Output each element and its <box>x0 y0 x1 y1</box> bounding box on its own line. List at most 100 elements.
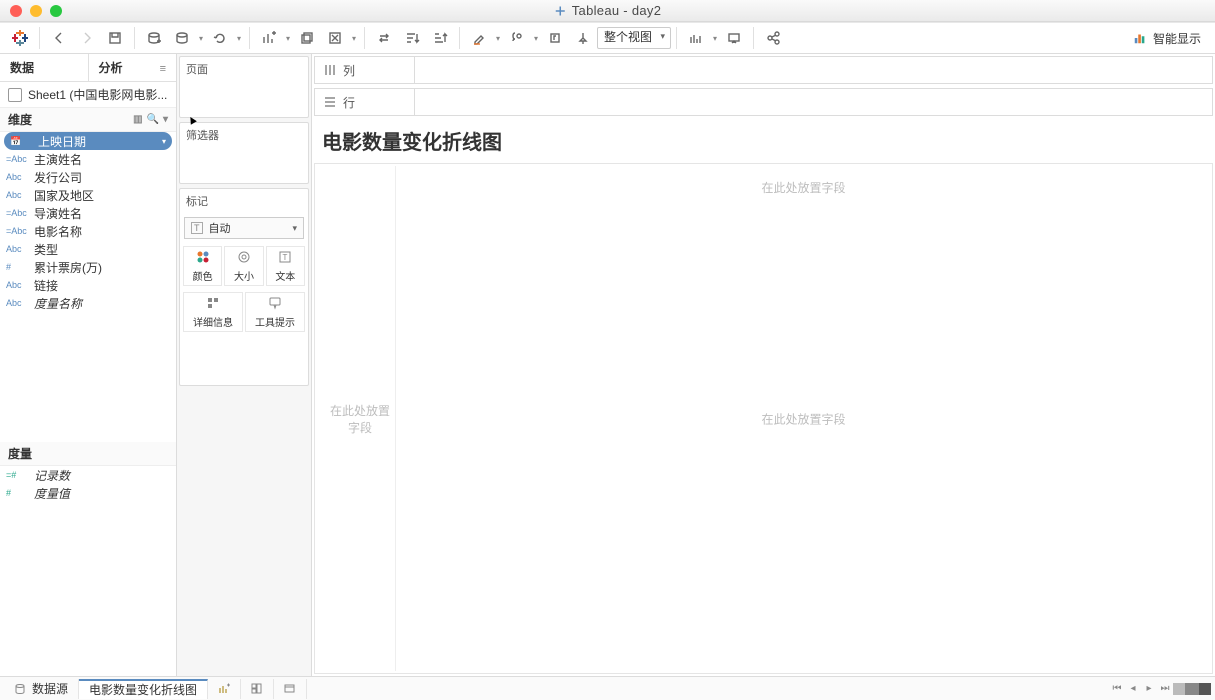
pin-button[interactable] <box>569 26 597 50</box>
viz-title[interactable]: 电影数量变化折线图 <box>312 118 1215 161</box>
tableau-logo[interactable] <box>6 26 34 50</box>
label-button[interactable] <box>541 26 569 50</box>
group-button[interactable] <box>503 26 531 50</box>
datasource-dropdown[interactable] <box>196 34 206 43</box>
search-icon[interactable]: 🔍 <box>147 114 159 125</box>
refresh-dropdown[interactable] <box>234 34 244 43</box>
new-dashboard-tab[interactable] <box>241 679 274 699</box>
mark-type-selector[interactable]: 自动 <box>184 217 304 239</box>
first-sheet-button[interactable]: ⏮ <box>1109 683 1125 694</box>
drop-hint-top: 在此处放置字段 <box>761 179 845 196</box>
save-button[interactable] <box>101 26 129 50</box>
new-story-tab[interactable] <box>274 679 307 699</box>
forward-button[interactable] <box>73 26 101 50</box>
datasource-tab-icon <box>14 683 26 695</box>
window-controls <box>10 5 62 17</box>
shelves-pane: 页面 筛选器 标记 自动 颜色 大小 T文本 详细信息 工具提示 <box>177 54 312 676</box>
duplicate-button[interactable] <box>293 26 321 50</box>
sort-asc-button[interactable] <box>398 26 426 50</box>
show-cards-dropdown[interactable] <box>710 34 720 43</box>
drop-hint-left: 在此处放置字段 <box>325 402 395 436</box>
field-director-name[interactable]: =Abc导演姓名 <box>0 204 176 222</box>
clear-dropdown[interactable] <box>349 34 359 43</box>
analytics-tab[interactable]: 分析 <box>89 54 177 81</box>
show-cards-button[interactable] <box>682 26 710 50</box>
datasource-tab[interactable]: 数据源 <box>4 679 79 699</box>
abc-icon: Abc <box>6 298 28 308</box>
dim-menu-icon[interactable]: ▾ <box>163 114 168 125</box>
new-worksheet-dropdown[interactable] <box>283 34 293 43</box>
back-button[interactable] <box>45 26 73 50</box>
chevron-down-icon[interactable]: ▾ <box>162 137 166 146</box>
new-worksheet-tab[interactable] <box>208 679 241 699</box>
sheet-tab-1[interactable]: 电影数量变化折线图 <box>79 679 208 699</box>
datasource-label: Sheet1 (中国电影网电影... <box>28 86 167 103</box>
canvas-pane: 列 行 电影数量变化折线图 在此处放置字段 在此处放置字段 在此处放置字段 <box>312 54 1215 676</box>
mark-text[interactable]: T文本 <box>266 246 305 286</box>
field-measure-values[interactable]: #度量值 <box>0 484 176 502</box>
mouse-cursor <box>188 110 198 124</box>
columns-icon <box>323 63 337 77</box>
filters-shelf[interactable]: 筛选器 <box>179 122 309 184</box>
field-genre[interactable]: Abc类型 <box>0 240 176 258</box>
columns-shelf[interactable]: 列 <box>314 56 1213 84</box>
abc-icon: =Abc <box>6 154 28 164</box>
detail-icon <box>205 295 221 311</box>
datasource-item[interactable]: Sheet1 (中国电影网电影... <box>0 82 176 108</box>
new-story-icon <box>284 683 296 695</box>
tooltip-icon <box>267 295 283 311</box>
new-worksheet-button[interactable] <box>255 26 283 50</box>
prev-sheet-button[interactable]: ◂ <box>1125 683 1141 694</box>
view-list-icon[interactable]: ▥ <box>133 114 142 125</box>
dimensions-list: 📅上映日期▾ =Abc主演姓名 Abc发行公司 Abc国家及地区 =Abc导演姓… <box>0 132 176 442</box>
mark-tooltip[interactable]: 工具提示 <box>245 292 305 332</box>
field-box-office[interactable]: #累计票房(万) <box>0 258 176 276</box>
data-pane: 数据 分析 Sheet1 (中国电影网电影... 维度 ▥🔍▾ 📅上映日期▾ =… <box>0 54 177 676</box>
new-datasource-button[interactable] <box>140 26 168 50</box>
highlight-dropdown[interactable] <box>493 34 503 43</box>
zoom-window[interactable] <box>50 5 62 17</box>
field-record-count[interactable]: =#记录数 <box>0 466 176 484</box>
highlight-button[interactable] <box>465 26 493 50</box>
tableau-logo-icon <box>11 29 29 47</box>
svg-text:T: T <box>283 253 288 262</box>
swap-button[interactable] <box>370 26 398 50</box>
field-distributor[interactable]: Abc发行公司 <box>0 168 176 186</box>
last-sheet-button[interactable]: ⏭ <box>1157 683 1173 694</box>
drop-hint-center: 在此处放置字段 <box>761 410 845 427</box>
fit-selector[interactable]: 整个视图 <box>597 27 671 49</box>
show-me-button[interactable]: 智能显示 <box>1125 26 1209 50</box>
viz-drop-area[interactable]: 在此处放置字段 在此处放置字段 在此处放置字段 <box>314 163 1213 674</box>
share-button[interactable] <box>759 26 787 50</box>
pages-shelf[interactable]: 页面 <box>179 56 309 118</box>
close-window[interactable] <box>10 5 22 17</box>
next-sheet-button[interactable]: ▸ <box>1141 683 1157 694</box>
field-movie-name[interactable]: =Abc电影名称 <box>0 222 176 240</box>
abc-icon: =Abc <box>6 208 28 218</box>
group-dropdown[interactable] <box>531 34 541 43</box>
pause-refresh-button[interactable] <box>168 26 196 50</box>
field-country[interactable]: Abc国家及地区 <box>0 186 176 204</box>
rows-shelf[interactable]: 行 <box>314 88 1213 116</box>
minimize-window[interactable] <box>30 5 42 17</box>
abc-icon: Abc <box>6 280 28 290</box>
mark-size[interactable]: 大小 <box>224 246 263 286</box>
clear-button[interactable] <box>321 26 349 50</box>
mark-detail[interactable]: 详细信息 <box>183 292 243 332</box>
mark-color[interactable]: 颜色 <box>183 246 222 286</box>
titlebar: Tableau - day2 <box>0 0 1215 22</box>
presentation-button[interactable] <box>720 26 748 50</box>
field-actor-name[interactable]: =Abc主演姓名 <box>0 150 176 168</box>
sheet-sorter[interactable] <box>1173 683 1211 695</box>
columns-label: 列 <box>315 57 415 83</box>
refresh-button[interactable] <box>206 26 234 50</box>
marks-card: 标记 自动 颜色 大小 T文本 详细信息 工具提示 <box>179 188 309 386</box>
sort-desc-button[interactable] <box>426 26 454 50</box>
dimensions-header: 维度 ▥🔍▾ <box>0 108 176 132</box>
measures-list: =#记录数 #度量值 <box>0 466 176 502</box>
field-release-date[interactable]: 📅上映日期▾ <box>4 132 172 150</box>
field-link[interactable]: Abc链接 <box>0 276 176 294</box>
field-measure-names[interactable]: Abc度量名称 <box>0 294 176 312</box>
data-tab[interactable]: 数据 <box>0 54 89 81</box>
show-me-icon <box>1133 31 1147 45</box>
